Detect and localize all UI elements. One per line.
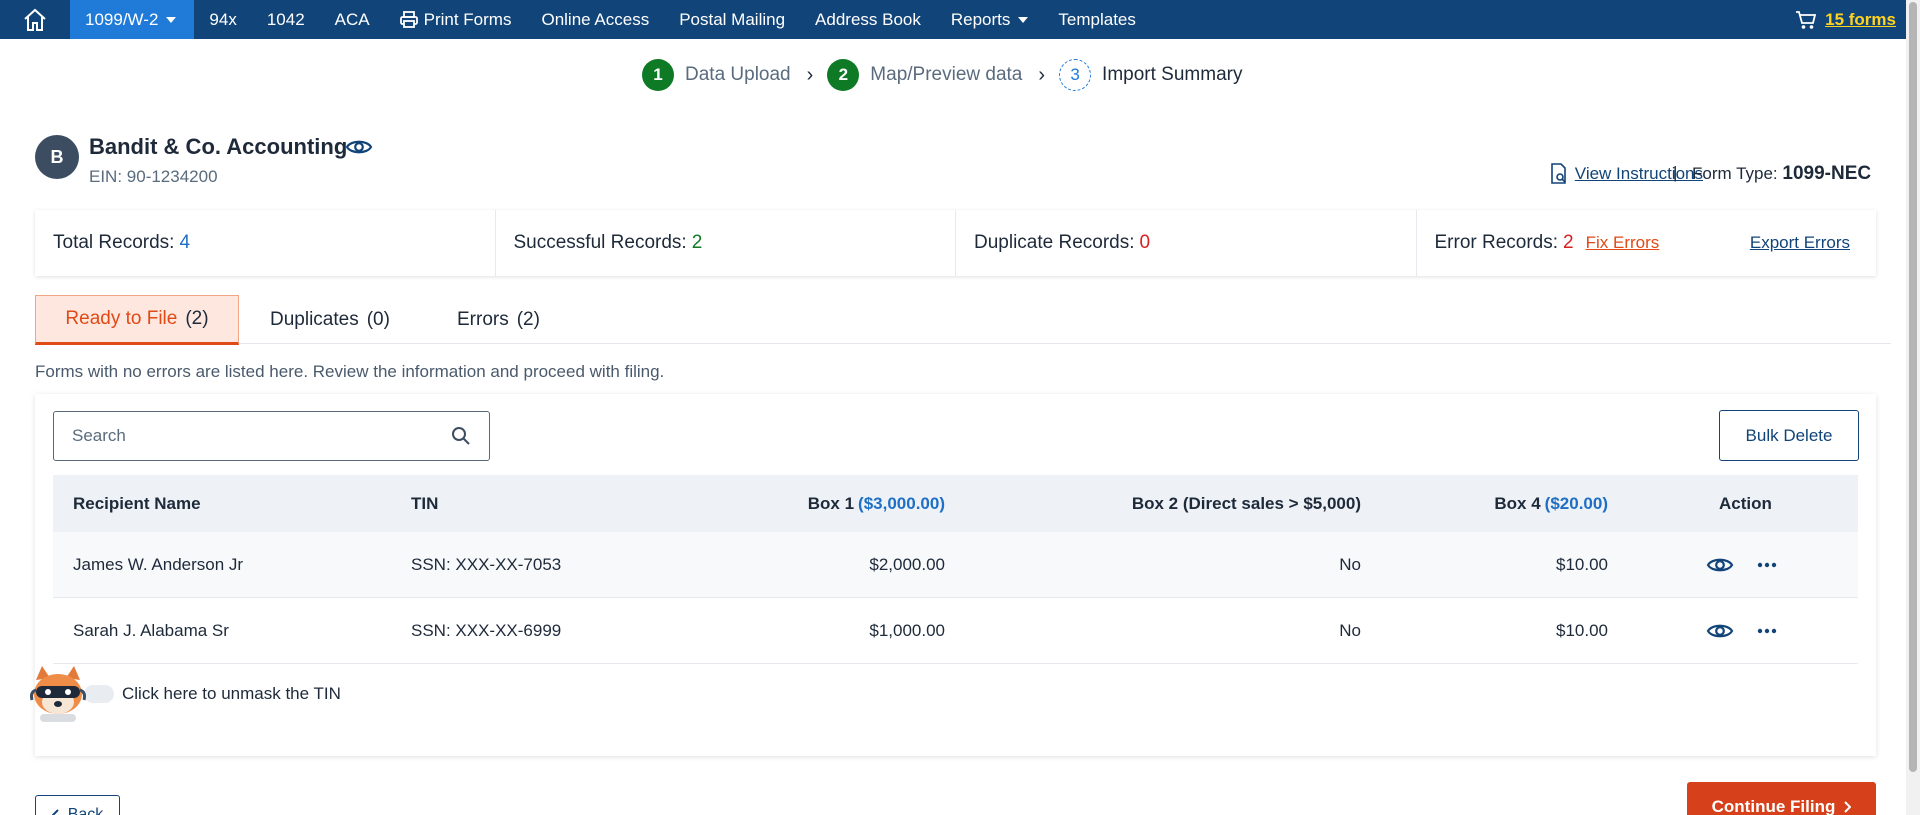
page-scrollbar[interactable] — [1906, 0, 1920, 815]
chevron-right-icon — [1844, 801, 1852, 813]
form-type: Form Type: 1099-NEC — [1692, 163, 1871, 185]
top-nav: 1099/W-2 94x 1042 ACA Print Forms Online… — [0, 0, 1906, 39]
box2-value: No — [1339, 554, 1361, 574]
import-stepper: 1 Data Upload › 2 Map/Preview data › 3 I… — [642, 59, 1242, 91]
chevron-down-icon — [166, 16, 177, 23]
tab-ready-to-file[interactable]: Ready to File (2) — [35, 295, 239, 345]
col-tin[interactable]: TIN — [411, 475, 438, 532]
box1-value: $2,000.00 — [869, 554, 945, 574]
unmask-label: Click here to unmask the TIN — [122, 684, 341, 703]
chevron-left-icon — [51, 809, 59, 815]
cart-icon — [1796, 10, 1817, 29]
tab-description: Forms with no errors are listed here. Re… — [35, 362, 665, 381]
more-horizontal-icon — [1757, 562, 1777, 567]
scrollbar-thumb[interactable] — [1909, 2, 1917, 772]
stat-successful: Successful Records: 2 — [496, 210, 956, 276]
search-icon[interactable] — [451, 426, 471, 446]
box4-value: $10.00 — [1556, 554, 1608, 574]
nav-reports[interactable]: Reports — [936, 0, 1044, 39]
stat-total: Total Records: 4 — [35, 210, 496, 276]
more-horizontal-icon — [1757, 628, 1777, 633]
company-ein: EIN: 90-1234200 — [89, 167, 218, 186]
total-count: 4 — [179, 232, 191, 253]
bulk-delete-button[interactable]: Bulk Delete — [1719, 410, 1859, 461]
duplicate-count: 0 — [1139, 232, 1151, 253]
eye-icon — [1706, 624, 1734, 637]
chevron-down-icon — [1018, 16, 1029, 23]
records-summary: Total Records: 4 Successful Records: 2 Dup… — [35, 210, 1876, 276]
printer-icon — [399, 11, 418, 28]
chevron-right-icon: › — [806, 63, 814, 86]
cart-link[interactable]: 15 forms — [1795, 0, 1896, 39]
export-errors-link[interactable]: Export Errors — [1750, 233, 1850, 253]
nav-1099-w2[interactable]: 1099/W-2 — [70, 0, 195, 39]
view-instructions[interactable]: View Instructions — [1549, 163, 1703, 185]
recipient-tin: SSN: XXX-XX-7053 — [411, 554, 562, 574]
table-row: James W. Anderson Jr SSN: XXX-XX-7053 $2… — [53, 532, 1858, 598]
nav-1042[interactable]: 1042 — [252, 0, 320, 39]
raccoon-mascot-icon — [26, 662, 90, 726]
box2-value: No — [1339, 620, 1361, 640]
record-tabs: Ready to File (2) Duplicates (0) Errors (2) — [35, 295, 1891, 345]
search-box — [53, 411, 490, 461]
eye-icon — [1706, 558, 1734, 571]
recipient-name: Sarah J. Alabama Sr — [73, 620, 229, 640]
box4-total: ($20.00) — [1544, 493, 1608, 513]
step-2-label: Map/Preview data — [870, 64, 1023, 85]
view-record-button[interactable] — [1706, 532, 1734, 597]
tab-duplicates[interactable]: Duplicates (0) — [270, 295, 390, 344]
recipient-tin: SSN: XXX-XX-6999 — [411, 620, 562, 640]
unmask-tin[interactable]: Click here to unmask the TIN — [26, 662, 341, 726]
form-type-value: 1099-NEC — [1782, 163, 1872, 184]
view-instructions-link[interactable]: View Instructions — [1575, 164, 1703, 184]
company-avatar: B — [35, 135, 79, 179]
document-search-icon — [1550, 163, 1566, 184]
col-box2[interactable]: Box 2 (Direct sales > $5,000) — [1132, 475, 1361, 532]
header-separator: | — [1673, 163, 1678, 182]
more-options-button[interactable] — [1757, 532, 1777, 597]
stat-duplicate: Duplicate Records: 0 — [956, 210, 1417, 276]
stat-errors: Error Records: 2 Fix Errors Export Errors — [1434, 232, 1851, 253]
box1-value: $1,000.00 — [869, 620, 945, 640]
col-action: Action — [1719, 493, 1772, 513]
recipient-name: James W. Anderson Jr — [73, 554, 244, 574]
records-table: Recipient Name TIN Box 1 ($3,000.00) Box … — [53, 475, 1858, 664]
nav-templates[interactable]: Templates — [1043, 0, 1150, 39]
col-box1[interactable]: Box 1 ($3,000.00) — [808, 475, 945, 532]
box4-value: $10.00 — [1556, 620, 1608, 640]
nav-online-access[interactable]: Online Access — [526, 0, 664, 39]
step-3-label: Import Summary — [1102, 64, 1243, 85]
chevron-right-icon: › — [1038, 63, 1046, 86]
step-1-label: Data Upload — [685, 64, 791, 85]
table-row: Sarah J. Alabama Sr SSN: XXX-XX-6999 $1,… — [53, 598, 1858, 664]
home-button[interactable] — [0, 0, 70, 39]
step-2-badge: 2 — [827, 59, 860, 91]
home-icon — [24, 8, 46, 31]
form-type-label: Form Type: — [1692, 164, 1778, 183]
step-1-badge: 1 — [642, 59, 674, 91]
nav-print-forms[interactable]: Print Forms — [385, 0, 527, 39]
success-count: 2 — [691, 232, 703, 253]
fix-errors-link[interactable]: Fix Errors — [1586, 233, 1660, 253]
nav-address-book[interactable]: Address Book — [800, 0, 936, 39]
view-company-button[interactable] — [345, 137, 373, 162]
company-name: Bandit & Co. Accounting — [89, 134, 348, 159]
nav-94x[interactable]: 94x — [194, 0, 251, 39]
cart-count-link[interactable]: 15 forms — [1825, 10, 1896, 30]
col-box4[interactable]: Box 4 ($20.00) — [1494, 475, 1608, 532]
nav-postal-mailing[interactable]: Postal Mailing — [664, 0, 800, 39]
search-input[interactable] — [72, 426, 451, 446]
more-options-button[interactable] — [1757, 598, 1777, 663]
tab-errors[interactable]: Errors (2) — [457, 295, 540, 344]
continue-filing-button[interactable]: Continue Filing — [1687, 782, 1876, 815]
box1-total: ($3,000.00) — [858, 493, 945, 513]
nav-aca[interactable]: ACA — [320, 0, 385, 39]
eye-icon — [345, 140, 373, 154]
back-button[interactable]: Back — [35, 795, 120, 815]
col-recipient-name[interactable]: Recipient Name — [73, 475, 201, 532]
step-3-badge: 3 — [1059, 59, 1092, 91]
view-record-button[interactable] — [1706, 598, 1734, 663]
error-count: 2 — [1563, 232, 1574, 253]
table-header: Recipient Name TIN Box 1 ($3,000.00) Box … — [53, 475, 1858, 532]
